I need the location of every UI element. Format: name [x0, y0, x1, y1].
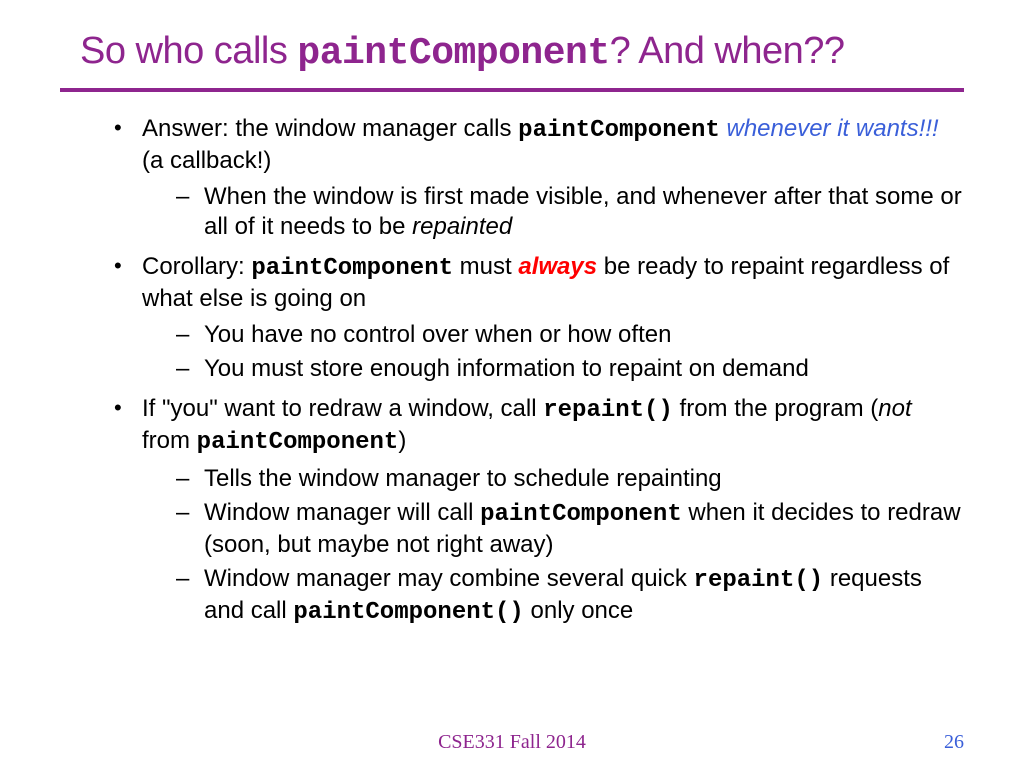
body-text: You have no control over when or how oft… — [204, 321, 671, 348]
body-text: When the window is first made visible, a… — [204, 183, 962, 240]
body-text: ) — [398, 427, 406, 454]
sub-bullet-item: Window manager will call paintComponent … — [176, 498, 964, 560]
sub-bullet-item: Tells the window manager to schedule rep… — [176, 464, 964, 494]
emphasis-text: always — [518, 253, 597, 280]
body-text: Answer: the window manager calls — [142, 115, 518, 142]
sub-bullet-item: You have no control over when or how oft… — [176, 320, 964, 350]
italic-text: repainted — [412, 213, 512, 240]
body-text: Window manager will call — [204, 499, 480, 526]
sub-bullet-list: When the window is first made visible, a… — [142, 182, 964, 242]
sub-bullet-item: Window manager may combine several quick… — [176, 564, 964, 628]
code-text: paintComponent — [197, 429, 399, 456]
slide-title: So who calls paintComponent? And when?? — [60, 28, 964, 92]
sub-bullet-list: Tells the window manager to schedule rep… — [142, 464, 964, 628]
code-text: paintComponent() — [293, 599, 523, 626]
body-text: If "you" want to redraw a window, call — [142, 395, 543, 422]
sub-bullet-item: When the window is first made visible, a… — [176, 182, 964, 242]
body-text: Window manager may combine several quick — [204, 565, 694, 592]
bullet-item: Answer: the window manager calls paintCo… — [114, 114, 964, 242]
body-text: You must store enough information to rep… — [204, 355, 809, 382]
emphasis-text: ! — [932, 115, 939, 142]
code-text: repaint() — [543, 397, 673, 424]
bullet-item: If "you" want to redraw a window, call r… — [114, 394, 964, 628]
emphasis-text: whenever it wants!! — [726, 115, 931, 142]
footer-text: CSE331 Fall 2014 — [0, 731, 1024, 754]
bullet-item: Corollary: paintComponent must always be… — [114, 252, 964, 384]
sub-bullet-item: You must store enough information to rep… — [176, 354, 964, 384]
title-part2: ? And when?? — [610, 30, 845, 72]
sub-bullet-list: You have no control over when or how oft… — [142, 320, 964, 384]
title-code: paintComponent — [297, 32, 609, 75]
code-text: paintComponent — [518, 117, 720, 144]
body-text: must — [453, 253, 518, 280]
bullet-list: Answer: the window manager calls paintCo… — [60, 114, 964, 628]
code-text: repaint() — [694, 567, 824, 594]
body-text: Tells the window manager to schedule rep… — [204, 465, 722, 492]
body-text: from the program ( — [673, 395, 878, 422]
body-text: (a callback!) — [142, 147, 271, 174]
page-number: 26 — [944, 731, 964, 754]
body-text: only once — [524, 597, 633, 624]
italic-text: not — [878, 395, 911, 422]
code-text: paintComponent — [251, 255, 453, 282]
code-text: paintComponent — [480, 501, 682, 528]
body-text: Corollary: — [142, 253, 251, 280]
title-part1: So who calls — [80, 30, 297, 72]
body-text: from — [142, 427, 197, 454]
